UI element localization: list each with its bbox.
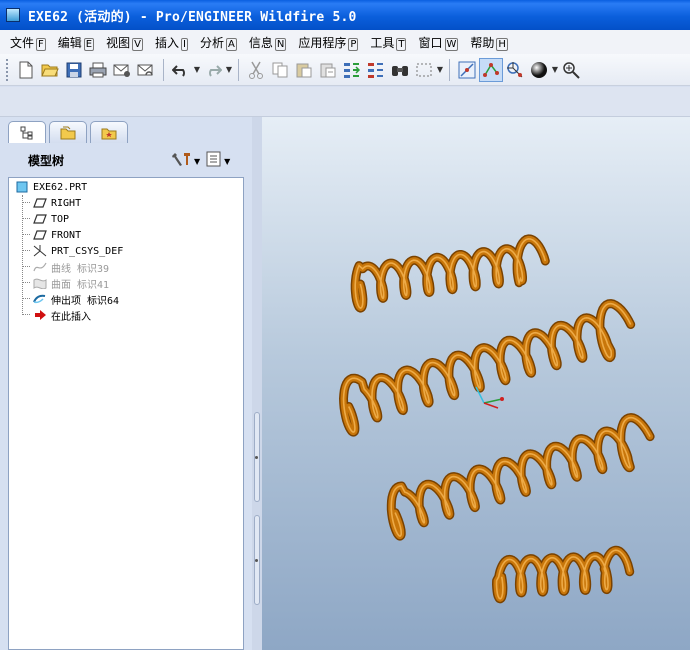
model-tree-tab[interactable] bbox=[8, 121, 46, 143]
menu-applications[interactable]: 应用程序 P bbox=[292, 34, 364, 51]
menu-info[interactable]: 信息 N bbox=[243, 34, 293, 51]
surface-icon bbox=[33, 277, 47, 289]
redo-dropdown-icon: ▼ bbox=[225, 65, 233, 74]
model-tree-tools: ▼ ▼ bbox=[172, 151, 236, 171]
tree-item-label: RIGHT bbox=[51, 197, 82, 209]
tree-item-label: 曲面 标识41 bbox=[51, 279, 110, 291]
toolbar-separator bbox=[163, 58, 164, 81]
tree-connector bbox=[22, 195, 23, 315]
regenerate-icon[interactable] bbox=[340, 58, 364, 82]
email-link-icon[interactable] bbox=[134, 58, 158, 82]
tree-item-insert-here[interactable]: 在此插入 bbox=[33, 307, 91, 323]
datum-points-icon[interactable] bbox=[479, 57, 503, 82]
title-bar[interactable]: EXE62 (活动的) - Pro/ENGINEER Wildfire 5.0 bbox=[0, 0, 690, 30]
folder-browser-tab[interactable] bbox=[49, 121, 87, 143]
tree-item-label: PRT_CSYS_DEF bbox=[51, 245, 124, 257]
regen-manager-icon[interactable] bbox=[364, 58, 388, 82]
settings-dropdown-icon[interactable]: ▼ bbox=[194, 157, 200, 166]
menu-bar: 文件 F 编辑 E 视图 V 插入 I 分析 A 信息 N 应用程序 P 工具 T 窗口 W 帮助… bbox=[0, 30, 690, 54]
tree-item-protrusion[interactable]: 伸出项 标识64 bbox=[33, 291, 119, 307]
insert-here-arrow-icon bbox=[33, 309, 47, 321]
coordinate-system-icon bbox=[33, 245, 47, 257]
toolbar-separator bbox=[449, 58, 450, 81]
window-title: EXE62 (活动的) - Pro/ENGINEER Wildfire 5.0 bbox=[28, 9, 357, 25]
spring-2-shadow bbox=[339, 299, 636, 437]
undo-icon[interactable] bbox=[169, 58, 193, 82]
tree-item-curve[interactable]: 曲线 标识39 bbox=[33, 259, 109, 275]
spin-center-icon[interactable] bbox=[455, 58, 479, 82]
datum-plane-icon bbox=[33, 213, 47, 225]
panel-splitter[interactable] bbox=[252, 117, 262, 650]
tree-item-top[interactable]: TOP bbox=[33, 211, 69, 227]
paste-special-icon bbox=[316, 58, 340, 82]
spring-2[interactable] bbox=[340, 300, 634, 436]
navigator-tabs bbox=[8, 121, 131, 143]
shade-dropdown-icon[interactable]: ▼ bbox=[551, 65, 559, 74]
helical-springs[interactable] bbox=[339, 234, 655, 604]
part-icon bbox=[15, 181, 29, 193]
secondary-toolbar bbox=[0, 87, 690, 117]
find-icon[interactable] bbox=[388, 58, 412, 82]
select-box-icon[interactable] bbox=[412, 58, 436, 82]
menu-edit[interactable]: 编辑 E bbox=[52, 34, 100, 51]
datum-csys-icon[interactable] bbox=[503, 58, 527, 82]
datum-plane-icon bbox=[33, 197, 47, 209]
app-icon bbox=[6, 8, 20, 22]
menu-file[interactable]: 文件 F bbox=[4, 34, 52, 51]
navigator-header: 模型树 ▼ ▼ bbox=[0, 145, 252, 175]
undo-dropdown-icon[interactable]: ▼ bbox=[193, 65, 201, 74]
datum-plane-icon bbox=[33, 229, 47, 241]
tree-item-csys[interactable]: PRT_CSYS_DEF bbox=[33, 243, 123, 259]
model-tree-title: 模型树 bbox=[28, 153, 65, 168]
graphics-window[interactable] bbox=[262, 117, 690, 650]
spring-model-view[interactable] bbox=[262, 117, 690, 650]
menu-tools[interactable]: 工具 T bbox=[364, 34, 412, 51]
cut-icon bbox=[244, 58, 268, 82]
curve-icon bbox=[33, 261, 47, 273]
save-icon[interactable] bbox=[62, 58, 86, 82]
menu-insert[interactable]: 插入 I bbox=[149, 34, 194, 51]
show-dropdown-icon[interactable]: ▼ bbox=[224, 157, 230, 166]
tree-item-label: FRONT bbox=[51, 229, 82, 241]
menu-help[interactable]: 帮助 H bbox=[464, 34, 514, 51]
toolbar-grip[interactable] bbox=[6, 58, 9, 81]
tree-item-surface[interactable]: 曲面 标识41 bbox=[33, 275, 109, 291]
shade-icon[interactable] bbox=[527, 58, 551, 82]
tree-item-part[interactable]: EXE62.PRT bbox=[15, 179, 87, 195]
main-toolbar: ▼ ▼ ▼ ▼ bbox=[0, 54, 690, 86]
toolbar-separator bbox=[238, 58, 239, 81]
new-file-icon[interactable] bbox=[14, 58, 38, 82]
email-icon[interactable] bbox=[110, 58, 134, 82]
proe-window: EXE62 (活动的) - Pro/ENGINEER Wildfire 5.0 … bbox=[0, 0, 690, 650]
redo-icon bbox=[201, 58, 225, 82]
print-icon[interactable] bbox=[86, 58, 110, 82]
tree-item-front[interactable]: FRONT bbox=[33, 227, 81, 243]
zoom-in-icon[interactable] bbox=[559, 58, 583, 82]
protrusion-icon bbox=[33, 293, 47, 305]
tree-item-label: 伸出项 标识64 bbox=[51, 295, 120, 307]
spring-2-highlight bbox=[342, 302, 632, 433]
tree-item-label: TOP bbox=[51, 213, 70, 225]
navigator-panel: 模型树 ▼ ▼ EXE62.PRT RIGHT TOP FRONT PRT_CS… bbox=[0, 117, 252, 650]
menu-view[interactable]: 视图 V bbox=[100, 34, 149, 51]
settings-tools-icon[interactable] bbox=[172, 151, 192, 171]
model-tree: EXE62.PRT RIGHT TOP FRONT PRT_CSYS_DEF 曲… bbox=[8, 177, 244, 650]
copy-icon bbox=[268, 58, 292, 82]
show-list-icon[interactable] bbox=[206, 151, 222, 171]
favorites-tab[interactable] bbox=[90, 121, 128, 143]
select-dropdown-icon[interactable]: ▼ bbox=[436, 65, 444, 74]
open-file-icon[interactable] bbox=[38, 58, 62, 82]
tree-item-label: 曲线 标识39 bbox=[51, 263, 110, 275]
tree-item-label: 在此插入 bbox=[51, 311, 91, 323]
paste-icon bbox=[292, 58, 316, 82]
tree-item-label: EXE62.PRT bbox=[33, 181, 88, 193]
menu-window[interactable]: 窗口 W bbox=[412, 34, 464, 51]
tree-item-right[interactable]: RIGHT bbox=[33, 195, 81, 211]
menu-analysis[interactable]: 分析 A bbox=[194, 34, 243, 51]
